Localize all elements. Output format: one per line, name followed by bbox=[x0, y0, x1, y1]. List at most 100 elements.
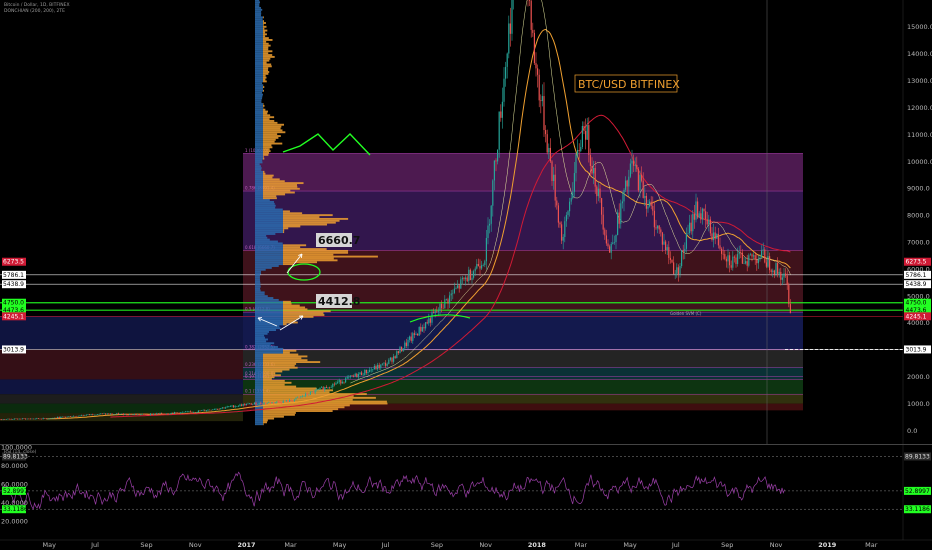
candle-body bbox=[772, 270, 774, 272]
candle-body bbox=[788, 285, 790, 305]
candle-body bbox=[23, 418, 25, 420]
candle-body bbox=[743, 263, 745, 265]
vp-bar bbox=[263, 189, 291, 192]
price-tag-right-label: 3013.9 bbox=[906, 346, 927, 353]
vp-bar bbox=[263, 379, 285, 382]
vp-bar bbox=[283, 221, 336, 224]
vp-bar bbox=[255, 381, 263, 384]
candle-body bbox=[337, 382, 339, 384]
vp-bar bbox=[255, 5, 260, 7]
candle-body bbox=[103, 413, 105, 415]
candle-body bbox=[543, 96, 545, 131]
candle-body bbox=[596, 186, 598, 197]
candle-body bbox=[69, 416, 71, 417]
vp-bar bbox=[255, 10, 262, 13]
candle-body bbox=[274, 402, 276, 404]
candle-body bbox=[503, 78, 505, 102]
candle-body bbox=[205, 410, 207, 412]
candle-body bbox=[269, 402, 271, 404]
candle-body bbox=[673, 262, 675, 275]
candle-body bbox=[258, 402, 260, 405]
candle-body bbox=[388, 359, 390, 364]
candle-body bbox=[271, 402, 273, 404]
vp-bar bbox=[263, 50, 273, 53]
vp-bar bbox=[283, 212, 303, 215]
candle-body bbox=[60, 416, 62, 419]
vp-bar bbox=[255, 395, 263, 397]
y-tick-label: 15000.0 bbox=[907, 23, 932, 31]
candle-body bbox=[53, 417, 55, 419]
candle-body bbox=[311, 391, 313, 393]
vp-bar bbox=[263, 421, 267, 424]
vp-bar bbox=[263, 410, 333, 412]
x-tick-label: Mar bbox=[575, 541, 588, 549]
annotation-title: BTC/USD BITFINEX bbox=[578, 78, 680, 91]
candle-body bbox=[447, 299, 449, 304]
candle-body bbox=[789, 304, 791, 314]
candle-body bbox=[225, 407, 227, 409]
candle-body bbox=[105, 413, 107, 415]
candle-body bbox=[786, 275, 788, 286]
vp-bar bbox=[255, 282, 261, 284]
vp-bar bbox=[255, 144, 263, 147]
candle-body bbox=[737, 254, 739, 264]
candle-body bbox=[597, 188, 599, 197]
vp-bar bbox=[255, 336, 265, 339]
vp-bar bbox=[255, 379, 263, 382]
candle-body bbox=[538, 74, 540, 101]
candle-body bbox=[234, 406, 236, 408]
price-tag-right-label: 5438.9 bbox=[906, 281, 927, 288]
candle-body bbox=[396, 351, 398, 359]
vp-bar bbox=[255, 163, 260, 166]
vp-bar bbox=[255, 298, 279, 301]
vp-bar bbox=[255, 159, 263, 162]
vp-bar bbox=[255, 300, 283, 303]
vp-bar bbox=[255, 278, 260, 281]
fib-zone bbox=[243, 349, 803, 368]
vp-bar bbox=[263, 415, 284, 418]
candle-body bbox=[63, 416, 65, 418]
candle-body bbox=[87, 414, 89, 415]
vp-bar bbox=[263, 417, 275, 420]
candle-body bbox=[588, 125, 590, 156]
candle-body bbox=[639, 174, 641, 191]
candle-body bbox=[61, 416, 63, 418]
vp-bar bbox=[283, 231, 285, 234]
vp-bar bbox=[255, 91, 262, 94]
candle-body bbox=[329, 387, 331, 389]
vp-bar bbox=[263, 48, 269, 51]
candle-body bbox=[71, 416, 73, 418]
vp-bar bbox=[283, 214, 333, 217]
candle-body bbox=[357, 374, 359, 378]
vp-bar bbox=[255, 280, 261, 283]
vp-bar bbox=[255, 82, 263, 85]
candle-body bbox=[18, 418, 20, 420]
vp-bar bbox=[255, 8, 263, 11]
candle-body bbox=[745, 261, 747, 264]
candle-body bbox=[245, 403, 247, 406]
y-tick-label: 9000.0 bbox=[907, 185, 930, 193]
candle-body bbox=[114, 414, 116, 415]
candle-body bbox=[506, 53, 508, 67]
candle-body bbox=[20, 418, 22, 420]
candle-body bbox=[66, 416, 68, 418]
vp-bar bbox=[283, 300, 291, 303]
btc-chart[interactable]: 1 (10360.0)0.786 (8991.4)0.618 (6660.7)0… bbox=[0, 0, 932, 550]
vp-bar bbox=[255, 413, 263, 416]
candle-body bbox=[201, 410, 203, 411]
candle-body bbox=[124, 413, 126, 415]
vp-bar bbox=[263, 112, 268, 115]
candle-body bbox=[212, 409, 214, 411]
vp-bar bbox=[263, 184, 298, 186]
candle-body bbox=[316, 389, 318, 391]
candle-body bbox=[159, 412, 161, 414]
candle-body bbox=[713, 232, 715, 241]
candle-body bbox=[613, 242, 615, 243]
candle-body bbox=[140, 414, 142, 415]
vp-bar bbox=[283, 302, 292, 305]
candle-body bbox=[41, 418, 43, 420]
vp-bar bbox=[255, 127, 263, 130]
candle-body bbox=[151, 413, 153, 415]
candle-body bbox=[237, 405, 239, 407]
candle-body bbox=[361, 372, 363, 376]
